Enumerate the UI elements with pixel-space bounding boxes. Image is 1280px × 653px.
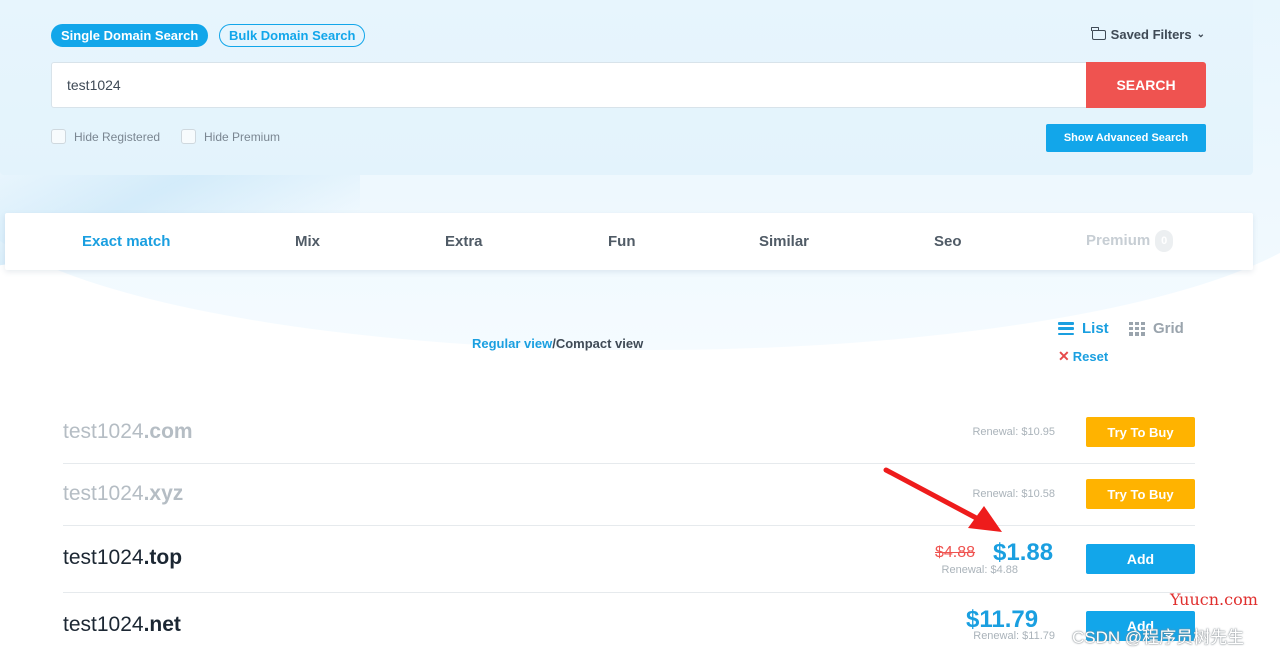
hide-premium-checkbox[interactable]: Hide Premium [181, 129, 280, 144]
tab-mix[interactable]: Mix [295, 233, 320, 250]
list-layout-toggle[interactable]: List [1058, 320, 1109, 337]
hide-registered-checkbox[interactable]: Hide Registered [51, 129, 160, 144]
reset-label: Reset [1072, 349, 1109, 364]
add-to-cart-button[interactable]: Add [1086, 544, 1195, 574]
watermark-site: Yuucn.com [1170, 590, 1258, 609]
hide-premium-label: Hide Premium [204, 129, 281, 144]
grid-label: Grid [1153, 320, 1184, 337]
list-label: List [1082, 320, 1109, 337]
renewal-price: Renewal: $10.95 [972, 426, 1055, 438]
saved-filters-label: Saved Filters [1110, 27, 1192, 42]
checkbox-box[interactable] [181, 129, 196, 144]
renewal-price: Renewal: $11.79 [973, 630, 1055, 642]
tab-fun[interactable]: Fun [608, 233, 636, 250]
tab-exact-match[interactable]: Exact match [82, 233, 170, 250]
hide-registered-label: Hide Registered [74, 129, 161, 144]
view-mode-links: Regular view/Compact view [472, 336, 643, 351]
domain-name: test1024.top [63, 546, 182, 570]
close-icon: ✕ [1058, 348, 1070, 364]
tab-similar[interactable]: Similar [759, 233, 809, 250]
checkbox-box[interactable] [51, 129, 66, 144]
search-panel: Single Domain Search Bulk Domain Search … [0, 0, 1253, 175]
reset-link[interactable]: ✕ Reset [1058, 348, 1108, 365]
renewal-price: Renewal: $4.88 [941, 564, 1018, 576]
results-category-tabs: Exact match Mix Extra Fun Similar Seo Pr… [5, 213, 1253, 270]
result-row: test1024.xyz Renewal: $10.58 Try To Buy [63, 464, 1195, 526]
domain-name: test1024.com [63, 420, 193, 444]
premium-count-badge: 0 [1155, 230, 1174, 252]
sale-price: $1.88 [993, 539, 1054, 566]
domain-tld: .xyz [143, 482, 184, 505]
regular-view-link[interactable]: Regular view [472, 336, 552, 351]
search-button[interactable]: SEARCH [1086, 62, 1206, 108]
compact-view-link[interactable]: Compact view [556, 336, 643, 351]
list-icon [1058, 322, 1074, 335]
tab-premium-label: Premium [1086, 231, 1151, 249]
arrow-shaft [883, 467, 983, 523]
grid-icon [1129, 321, 1145, 336]
grid-layout-toggle[interactable]: Grid [1129, 320, 1184, 337]
bulk-domain-search-tab[interactable]: Bulk Domain Search [219, 24, 366, 47]
domain-search-input[interactable] [51, 62, 1087, 108]
domain-tld: .com [143, 420, 193, 443]
domain-label: test1024 [63, 546, 144, 569]
try-to-buy-button[interactable]: Try To Buy [1086, 479, 1195, 509]
result-row: test1024.net $11.79 Renewal: $11.79 Add [63, 593, 1195, 653]
saved-filters-dropdown[interactable]: Saved Filters ⌄ [1091, 26, 1205, 42]
show-advanced-search-button[interactable]: Show Advanced Search [1046, 124, 1206, 152]
domain-label: test1024 [63, 613, 144, 636]
folder-icon [1091, 26, 1106, 40]
original-price: $4.88 [935, 544, 976, 561]
domain-tld: .top [143, 546, 183, 569]
domain-name: test1024.net [63, 613, 181, 637]
tab-extra[interactable]: Extra [445, 233, 483, 250]
domain-label: test1024 [63, 420, 144, 443]
tab-premium[interactable]: Premium 0 [1086, 230, 1174, 252]
annotation-arrow-icon [883, 467, 1002, 532]
tab-seo[interactable]: Seo [934, 233, 962, 250]
chevron-down-icon: ⌄ [1196, 29, 1205, 40]
single-domain-search-tab[interactable]: Single Domain Search [51, 24, 209, 47]
domain-name: test1024.xyz [63, 482, 183, 506]
result-row: test1024.com Renewal: $10.95 Try To Buy [63, 402, 1195, 464]
try-to-buy-button[interactable]: Try To Buy [1086, 417, 1195, 447]
watermark-csdn: CSDN @程序员树先生 [1072, 628, 1245, 647]
domain-tld: .net [143, 613, 181, 636]
domain-label: test1024 [63, 482, 144, 505]
result-row: test1024.top $4.88 $1.88 Renewal: $4.88 … [63, 526, 1195, 593]
